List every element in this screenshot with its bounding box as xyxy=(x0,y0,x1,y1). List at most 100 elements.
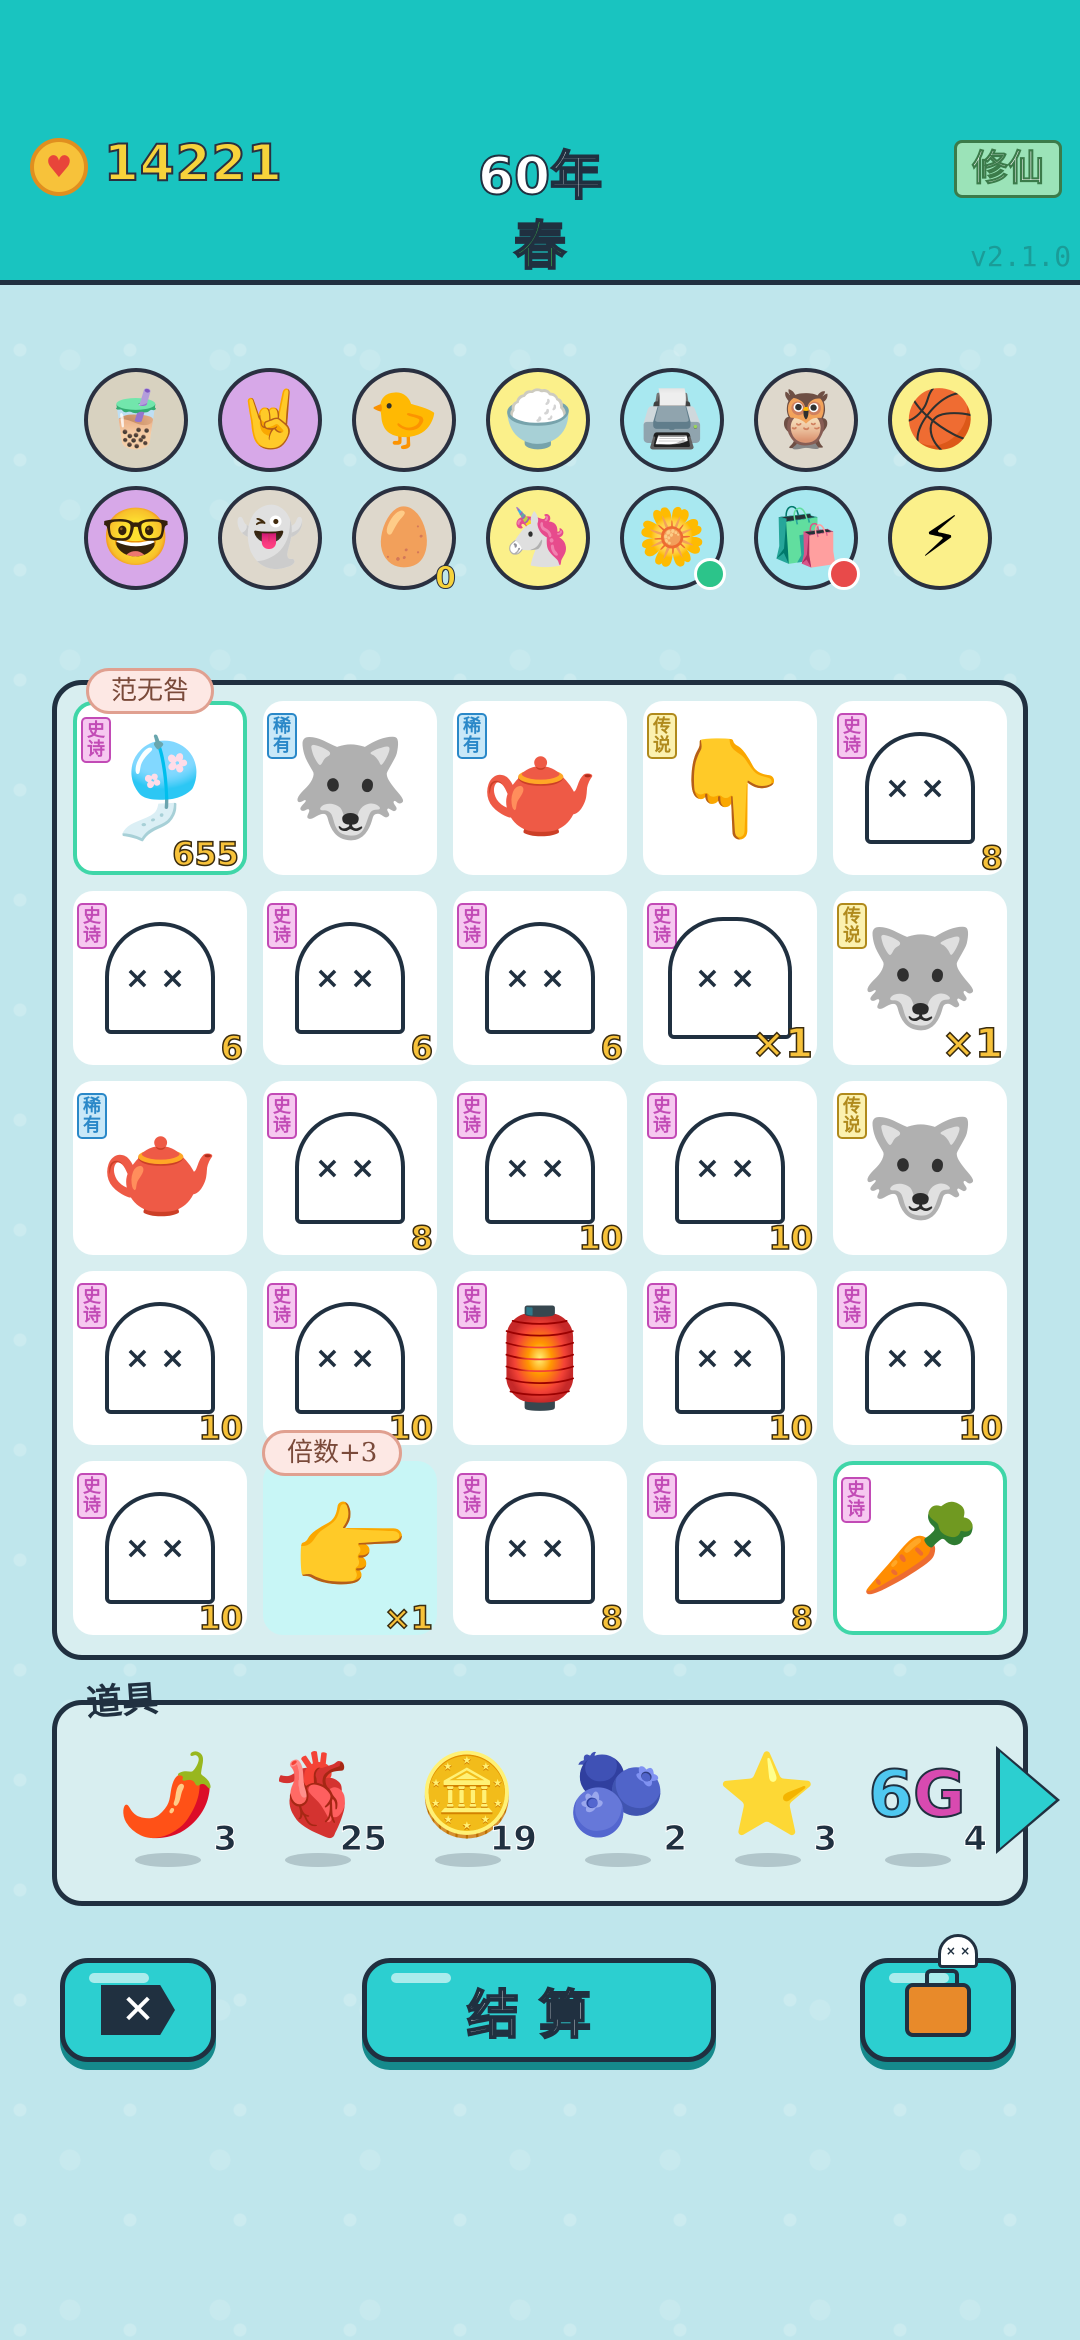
board-cell[interactable]: 史诗 ×× 6 xyxy=(263,891,437,1068)
items-next-arrow-icon[interactable] xyxy=(1000,1752,1056,1848)
heart-coin-icon: ♥ xyxy=(30,138,88,196)
close-button[interactable]: ✕ xyxy=(60,1958,216,2062)
rarity-tag: 史诗 xyxy=(647,1283,677,1329)
settle-label: 结算 xyxy=(466,1985,611,2047)
item-slot[interactable]: ⭐ 3 xyxy=(707,1735,837,1875)
printer-icon[interactable]: 🖨️ xyxy=(620,368,724,472)
carrot-icon: 🥕 xyxy=(860,1492,980,1604)
rarity-tag: 稀有 xyxy=(457,713,487,759)
flower-pot-icon[interactable]: 🌼 xyxy=(620,486,726,590)
cell-count: 10 xyxy=(198,1598,244,1638)
ghost-icon: ×× xyxy=(865,1302,975,1414)
rarity-tag: 稀有 xyxy=(267,713,297,759)
pointing-hand-icon: 👉 xyxy=(290,1492,410,1604)
item-count: 3 xyxy=(213,1819,238,1860)
rarity-tag: 传说 xyxy=(837,1093,867,1139)
briefcase-icon xyxy=(905,1969,971,2037)
rarity-tag: 史诗 xyxy=(267,1093,297,1139)
board-cell[interactable]: 史诗 ×× 6 xyxy=(453,891,627,1068)
board-cell[interactable]: 史诗 ×× 8 xyxy=(263,1081,437,1258)
item-count: 25 xyxy=(339,1819,387,1860)
cell-count: ×1 xyxy=(941,1020,1004,1068)
rock-hand-icon[interactable]: 🤘 xyxy=(218,368,322,472)
board-cell[interactable]: 传说 🐺 xyxy=(833,1081,1007,1255)
board-cell[interactable]: 史诗 ×× 6 xyxy=(73,891,247,1068)
ghost-icon: ×× xyxy=(485,1492,595,1604)
ghost-icon: ×× xyxy=(485,922,595,1034)
settle-button[interactable]: 结算 xyxy=(362,1958,716,2062)
board-cell[interactable]: 史诗 🥕 xyxy=(833,1461,1007,1635)
ghost-icon: ×× xyxy=(295,1112,405,1224)
rarity-tag: 史诗 xyxy=(837,1283,867,1329)
chili-pepper-icon: 🌶️ xyxy=(117,1748,217,1841)
item-slot[interactable]: 🌶️ 3 xyxy=(107,1735,237,1875)
cell-count: 6 xyxy=(410,1028,434,1068)
rarity-tag: 史诗 xyxy=(647,1473,677,1519)
board-cell[interactable]: 传说 🐺 ×1 xyxy=(833,891,1007,1068)
owl-eyes-icon[interactable]: 🦉 xyxy=(754,368,858,472)
rarity-tag: 史诗 xyxy=(77,903,107,949)
6g-icon: 6G xyxy=(867,1758,966,1832)
board-cell[interactable]: 史诗 ×× 10 xyxy=(643,1081,817,1258)
coin-count: 14221 xyxy=(103,133,283,193)
ghost-tongue-icon[interactable]: 👻 xyxy=(218,486,322,590)
item-count: 19 xyxy=(489,1819,537,1860)
xiuxian-button[interactable]: 修仙 xyxy=(954,140,1062,198)
item-slot[interactable]: 🫐 2 xyxy=(557,1735,687,1875)
board-cell[interactable]: 史诗 ×× 10 xyxy=(73,1461,247,1638)
board-cell[interactable]: 史诗 ×× 10 xyxy=(73,1271,247,1448)
lightning-icon[interactable]: ⚡ xyxy=(888,486,992,590)
unicorn-icon[interactable]: 🦄 xyxy=(486,486,590,590)
character-name-bubble: 范无咎 xyxy=(86,668,215,714)
rarity-tag: 史诗 xyxy=(457,1473,487,1519)
rice-bowl-icon[interactable]: 🍚 xyxy=(486,368,590,472)
ghost-icon: ×× xyxy=(865,732,975,844)
board-cell[interactable]: 稀有 🫖 xyxy=(73,1081,247,1255)
board-cell[interactable]: 史诗 ×× 8 xyxy=(643,1461,817,1638)
chick-egg-icon[interactable]: 🐤 xyxy=(352,368,456,472)
trash-bag-icon[interactable]: 🛍️ xyxy=(754,486,860,590)
star-icon: ⭐ xyxy=(717,1748,817,1841)
item-slot[interactable]: 6G4 xyxy=(857,1735,987,1875)
basketballs-icon[interactable]: 🏀 xyxy=(888,368,992,472)
cell-count: 10 xyxy=(578,1218,624,1258)
item-shadow xyxy=(735,1853,801,1867)
cell-count: 8 xyxy=(790,1598,814,1638)
rarity-tag: 史诗 xyxy=(81,717,111,763)
bubble-tea-icon[interactable]: 🧋 xyxy=(84,368,188,472)
inventory-button[interactable] xyxy=(860,1958,1016,2062)
ghost-icon: ×× xyxy=(105,1492,215,1604)
board-cell[interactable]: 史诗 ×× 10 xyxy=(833,1271,1007,1448)
board-cell[interactable]: 👉 ×1 xyxy=(263,1461,437,1638)
board-cell[interactable]: 史诗 ×× 10 xyxy=(453,1081,627,1258)
rarity-tag: 传说 xyxy=(647,713,677,759)
board-cell[interactable]: 史诗 🏮 xyxy=(453,1271,627,1445)
board-cell[interactable]: 传说 👇 xyxy=(643,701,817,875)
board-cell[interactable]: 史诗 ×× 10 xyxy=(643,1271,817,1448)
king-husky-icon: 🐺 xyxy=(860,1112,980,1224)
item-slot[interactable]: 🫀 25 xyxy=(257,1735,388,1875)
item-slot[interactable]: 🪙 19 xyxy=(407,1735,538,1875)
version-label: v2.1.0 xyxy=(970,240,1072,273)
rarity-tag: 史诗 xyxy=(841,1477,871,1523)
mini-ghost-icon: × × xyxy=(938,1934,978,1968)
item-shadow xyxy=(585,1853,651,1867)
egg-carton-icon[interactable]: 🥚 0 xyxy=(352,486,456,594)
board-cell[interactable]: 史诗 ×× 8 xyxy=(453,1461,627,1638)
cell-count: 8 xyxy=(600,1598,624,1638)
rarity-tag: 史诗 xyxy=(647,1093,677,1139)
math-kid-icon[interactable]: 🤓 xyxy=(84,486,188,590)
board-cell[interactable]: 史诗 ×× ×1 xyxy=(643,891,817,1068)
cell-count: 8 xyxy=(410,1218,434,1258)
board-cell[interactable]: 稀有 🫖 xyxy=(453,701,627,875)
item-shadow xyxy=(135,1853,201,1867)
board-cell[interactable]: 史诗 ×× 10 xyxy=(263,1271,437,1448)
teapot-icon: 🫖 xyxy=(100,1112,220,1224)
board-cell[interactable]: 史诗 ×× 8 xyxy=(833,701,1007,878)
item-shadow xyxy=(885,1853,951,1867)
board-cell[interactable]: 史诗 🎐 655 xyxy=(73,701,247,875)
status-dot-red xyxy=(828,558,860,590)
board-cell[interactable]: 稀有 🐺 xyxy=(263,701,437,875)
rarity-tag: 史诗 xyxy=(77,1473,107,1519)
cell-count: 6 xyxy=(600,1028,624,1068)
